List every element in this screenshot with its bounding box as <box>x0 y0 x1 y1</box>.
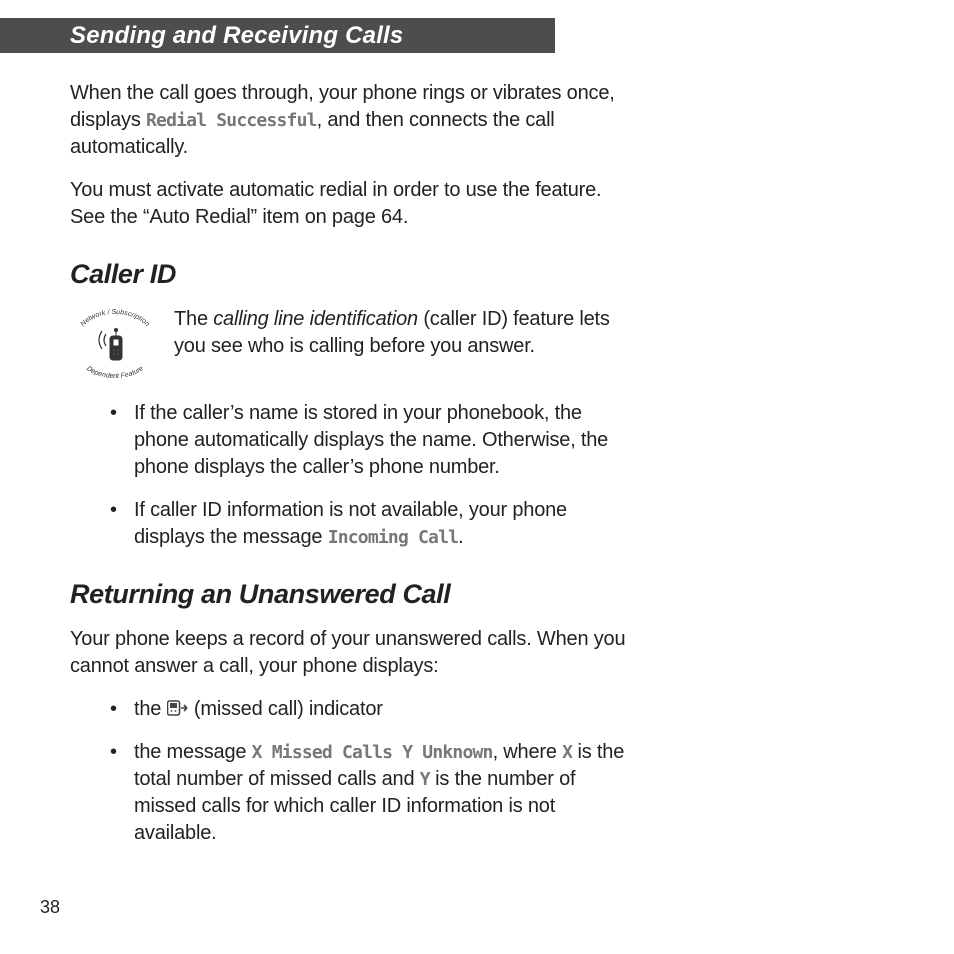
incoming-call-text: Incoming Call <box>328 527 458 548</box>
intro-paragraph-2: You must activate automatic redial in or… <box>70 177 630 231</box>
svg-text:Dependent Feature: Dependent Feature <box>85 365 145 380</box>
redial-successful-text: Redial Successful <box>146 110 317 131</box>
calling-line-identification-em: calling line identification <box>213 308 418 330</box>
text: (missed call) indicator <box>189 698 383 720</box>
chapter-header: Sending and Receiving Calls <box>0 18 555 53</box>
heading-caller-id: Caller ID <box>70 259 630 290</box>
text: , where <box>493 741 563 763</box>
returning-paragraph-1: Your phone keeps a record of your unansw… <box>70 626 630 680</box>
icon-bottom-text: Dependent Feature <box>85 365 145 380</box>
text: The <box>174 308 213 330</box>
svg-text:Network / Subscription: Network / Subscription <box>80 309 151 328</box>
missed-calls-message-text: X Missed Calls Y Unknown <box>252 742 493 763</box>
icon-top-text: Network / Subscription <box>80 309 151 328</box>
network-dependent-feature-icon: Network / Subscription Dependent Feature <box>70 306 160 380</box>
returning-bullet-2: the message X Missed Calls Y Unknown, wh… <box>110 739 630 847</box>
heading-returning-call: Returning an Unanswered Call <box>70 579 630 610</box>
caller-id-bullet-1: If the caller’s name is stored in your p… <box>110 400 630 481</box>
page-body: When the call goes through, your phone r… <box>70 80 630 863</box>
page-number: 38 <box>40 897 60 918</box>
intro-paragraph-1: When the call goes through, your phone r… <box>70 80 630 161</box>
caller-id-bullet-2: If caller ID information is not availabl… <box>110 497 630 551</box>
returning-bullet-1: the (missed call) indicator <box>110 696 630 723</box>
text: the message <box>134 741 252 763</box>
text: . <box>458 526 463 548</box>
missed-call-icon <box>167 697 189 713</box>
text: the <box>134 698 167 720</box>
caller-id-lead: The calling line identification (caller … <box>174 306 630 360</box>
y-var: Y <box>420 769 430 790</box>
x-var: X <box>562 742 572 763</box>
